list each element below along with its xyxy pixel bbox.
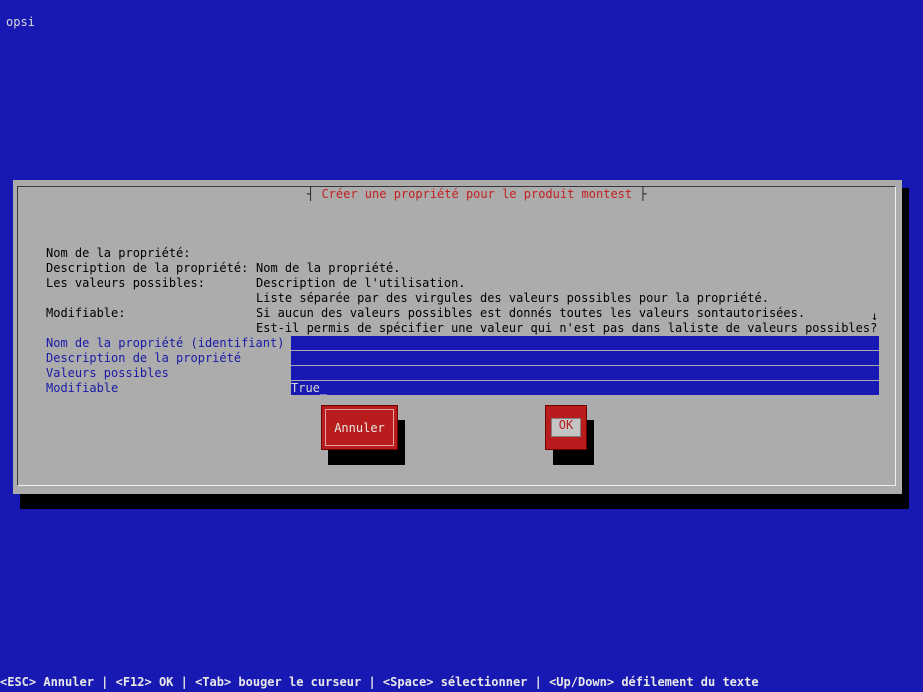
field-label-name: Nom de la propriété (identifiant) <box>46 336 285 350</box>
help-row-values-cont: Si aucun des valeurs possibles est donné… <box>46 276 805 320</box>
help-value: Description de l'utilisation. <box>256 276 466 290</box>
help-value: Si aucun des valeurs possibles est donné… <box>256 306 806 320</box>
scroll-down-icon[interactable]: ↓ <box>871 309 878 324</box>
ok-button[interactable]: OK <box>545 405 587 450</box>
cancel-button[interactable]: Annuler <box>321 405 398 450</box>
help-row-name: Nom de la propriété: Nom de la propriété… <box>46 231 401 275</box>
property-description-input[interactable] <box>291 351 879 365</box>
field-label-editable: Modifiable <box>46 381 119 395</box>
help-value: Liste séparée par des virgules des valeu… <box>256 291 769 305</box>
help-value: Est-il permis de spécifier une valeur qu… <box>256 321 878 335</box>
field-label-description: Description de la propriété <box>46 351 242 365</box>
dialog-title-text: Créer une propriété pour le produit mont… <box>321 187 633 201</box>
status-bar: <ESC> Annuler | <F12> OK | <Tab> bouger … <box>0 675 759 689</box>
help-value: Nom de la propriété. <box>256 261 401 275</box>
help-row-description: Description de la propriété: Description… <box>46 246 466 290</box>
help-key: Modifiable: <box>46 306 126 320</box>
dialog-frame: ┤ Créer une propriété pour le produit mo… <box>17 186 896 486</box>
create-property-dialog: ┤ Créer une propriété pour le produit mo… <box>13 180 902 494</box>
field-label-values: Valeurs possibles <box>46 366 169 380</box>
help-row-values: Les valeurs possibles: Liste séparée par… <box>46 261 769 305</box>
app-title: opsi <box>6 15 35 29</box>
possible-values-input[interactable] <box>291 366 879 380</box>
ok-button-label: OK <box>551 418 581 437</box>
help-row-editable: Modifiable: Est-il permis de spécifier u… <box>46 291 877 335</box>
editable-input[interactable]: True_ <box>291 381 879 395</box>
dialog-title: ┤ Créer une propriété pour le produit mo… <box>303 187 651 202</box>
cancel-button-label: Annuler <box>325 409 394 446</box>
property-name-input[interactable] <box>291 336 879 350</box>
